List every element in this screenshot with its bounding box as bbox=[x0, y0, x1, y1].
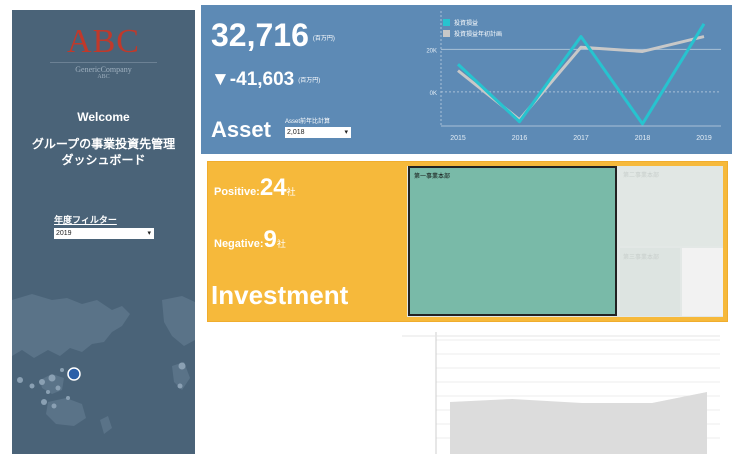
positive-value: 24 bbox=[259, 174, 287, 201]
area-chart bbox=[402, 332, 720, 454]
legend-swatch bbox=[443, 19, 450, 26]
asset-delta-unit: (百万円) bbox=[298, 78, 321, 85]
treemap-cell-division-1[interactable]: 第一事業本部 bbox=[408, 166, 617, 316]
asset-value-unit: (百万円) bbox=[312, 36, 335, 43]
welcome-text: Welcome bbox=[77, 110, 130, 124]
area-series bbox=[450, 392, 707, 454]
series-line-1 bbox=[456, 22, 706, 126]
company-logo: ABC GenericCompany ABC bbox=[12, 24, 195, 80]
x-tick-label: 2015 bbox=[450, 135, 466, 142]
legend-swatch bbox=[443, 30, 450, 37]
legend-label: 投資損益年初計画 bbox=[454, 30, 502, 38]
chevron-down-icon: ▾ bbox=[344, 129, 348, 136]
investment-panel: Positive:24社 Negative:9社 Investment 第一事業… bbox=[207, 161, 728, 322]
asset-filter-value: 2,018 bbox=[287, 129, 305, 136]
logo-subtitle-2: ABC bbox=[97, 74, 110, 80]
dashboard-title-line2: ダッシュボード bbox=[61, 153, 146, 167]
treemap-cell-division-2[interactable]: 第二事業本部 bbox=[620, 166, 723, 246]
x-tick-label: 2019 bbox=[696, 135, 712, 142]
asset-panel: 32,716 (百万円) ▼-41,603 (百万円) Asset Asset前年比… bbox=[201, 5, 732, 154]
asset-value-number: 32,716 bbox=[211, 17, 309, 53]
treemap-cell-division-3[interactable]: 第三事業本部 bbox=[620, 248, 680, 316]
year-filter-value: 2019 bbox=[56, 230, 72, 237]
investment-treemap: 第一事業本部 第二事業本部 第三事業本部 bbox=[407, 166, 723, 317]
asset-filter-label: Asset前年比計算 bbox=[285, 119, 331, 125]
year-filter-label: 年度フィルター bbox=[54, 215, 117, 225]
chevron-down-icon: ▾ bbox=[147, 230, 151, 237]
asset-filter-select[interactable]: 2,018 ▾ bbox=[285, 127, 351, 138]
logo-text: ABC bbox=[67, 23, 140, 60]
negative-label: Negative: bbox=[214, 238, 264, 250]
dashboard-title-line1: グループの事業投資先管理 bbox=[31, 137, 176, 151]
year-filter-select[interactable]: 2019 ▾ bbox=[54, 228, 154, 239]
logo-subtitle: GenericCompany bbox=[50, 62, 157, 74]
negative-count: Negative:9社 bbox=[214, 226, 286, 254]
x-tick-label: 2017 bbox=[573, 135, 589, 142]
sidebar: ABC GenericCompany ABC Welcome グループの事業投資… bbox=[12, 10, 195, 454]
asset-delta: ▼-41,603 (百万円) bbox=[211, 69, 320, 91]
y-tick-label: 0K bbox=[430, 91, 437, 97]
dashboard-title: グループの事業投資先管理 ダッシュボード bbox=[12, 136, 195, 168]
positive-count: Positive:24社 bbox=[214, 174, 296, 202]
asset-value: 32,716 (百万円) bbox=[211, 17, 335, 54]
positive-label: Positive: bbox=[214, 186, 260, 198]
negative-value: 9 bbox=[263, 226, 277, 253]
investment-label: Investment bbox=[211, 280, 349, 310]
asset-label: Asset bbox=[211, 117, 271, 142]
positive-suffix: 社 bbox=[286, 187, 296, 197]
asset-line-chart: 20K 0K 2015 2016 2017 2018 2019 投資損益投資損益年初計画 bbox=[426, 11, 721, 142]
x-tick-label: 2016 bbox=[512, 135, 528, 142]
treemap-cell-other[interactable] bbox=[682, 248, 723, 316]
x-tick-label: 2018 bbox=[635, 135, 651, 142]
world-map bbox=[12, 294, 195, 434]
y-tick-label: 20K bbox=[426, 48, 437, 54]
legend-label: 投資損益 bbox=[454, 19, 478, 27]
asset-delta-number: ▼-41,603 bbox=[211, 69, 295, 90]
negative-suffix: 社 bbox=[276, 239, 286, 249]
